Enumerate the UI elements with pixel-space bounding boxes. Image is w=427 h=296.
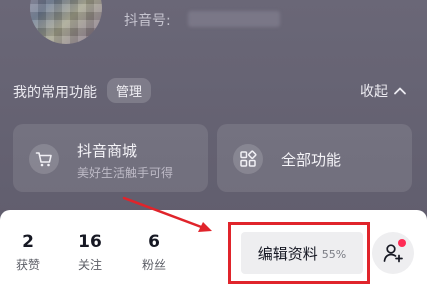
shop-card-subtitle: 美好生活触手可得 bbox=[77, 166, 174, 180]
manage-button[interactable]: 管理 bbox=[107, 78, 152, 103]
stat-followers-value: 6 bbox=[148, 232, 160, 252]
cart-icon bbox=[29, 144, 59, 174]
avatar[interactable] bbox=[30, 0, 102, 44]
stat-likes-label: 获赞 bbox=[15, 258, 40, 272]
stat-following[interactable]: 16 关注 bbox=[74, 232, 106, 273]
collapse-label: 收起 bbox=[360, 84, 388, 100]
douyin-id-label: 抖音号: bbox=[124, 13, 171, 29]
shop-card[interactable]: 抖音商城 美好生活触手可得 bbox=[13, 124, 208, 192]
stat-followers[interactable]: 6 粉丝 bbox=[138, 232, 170, 273]
stat-following-value: 16 bbox=[78, 232, 102, 252]
douyin-id-value-blurred bbox=[188, 11, 280, 27]
add-friend-button[interactable] bbox=[372, 232, 414, 274]
stat-followers-label: 粉丝 bbox=[141, 258, 166, 272]
stat-likes-value: 2 bbox=[22, 232, 34, 252]
all-functions-card[interactable]: 全部功能 bbox=[217, 124, 412, 192]
collapse-button[interactable]: 收起 bbox=[360, 81, 407, 101]
stat-following-label: 关注 bbox=[77, 258, 102, 272]
all-functions-title: 全部功能 bbox=[281, 151, 342, 169]
notification-dot bbox=[398, 239, 406, 247]
stat-likes[interactable]: 2 获赞 bbox=[14, 232, 42, 273]
common-functions-title: 我的常用功能 bbox=[13, 85, 97, 101]
shop-card-title: 抖音商城 bbox=[77, 142, 138, 160]
annotation-highlight-box bbox=[228, 222, 370, 284]
chevron-up-icon bbox=[394, 87, 406, 95]
grid-icon bbox=[233, 144, 263, 174]
